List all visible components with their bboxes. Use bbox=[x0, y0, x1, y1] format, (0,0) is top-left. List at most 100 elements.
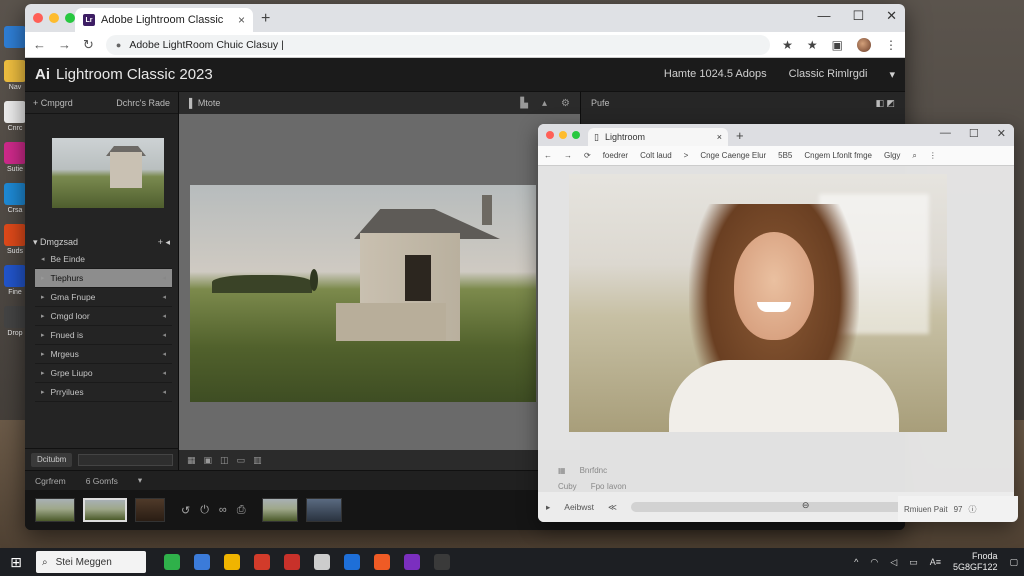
tray-chevron-icon[interactable]: ^ bbox=[854, 557, 858, 567]
expand-chevron-icon[interactable]: ▸ bbox=[41, 388, 45, 396]
taskbar-app-icon[interactable] bbox=[374, 554, 390, 570]
expand-chevron-icon[interactable]: ▸ bbox=[41, 331, 45, 339]
compare-view-icon[interactable]: ◫ bbox=[220, 455, 229, 466]
slider-knob[interactable]: ⊖ bbox=[802, 500, 812, 514]
filmstrip-thumb[interactable] bbox=[35, 498, 75, 522]
tray-volume-icon[interactable]: ◁ bbox=[890, 557, 897, 568]
extension-icon[interactable]: ▣ bbox=[832, 38, 843, 52]
bookmark-star-icon[interactable]: ★ bbox=[782, 38, 793, 52]
secondary-toolbar-item[interactable]: Cnge Caenge Elur bbox=[700, 151, 766, 160]
status-right[interactable]: ▾ bbox=[138, 475, 142, 486]
minimize-dot[interactable] bbox=[559, 131, 567, 139]
collection-filter[interactable]: ◂ Be Einde bbox=[35, 250, 172, 269]
expand-chevron-icon[interactable]: ▸ bbox=[41, 274, 45, 282]
collection-item[interactable]: ▸ Mrgeus ◂ bbox=[35, 345, 172, 364]
crop-tool-icon[interactable]: ▙ bbox=[520, 98, 528, 109]
forward-icon[interactable]: → bbox=[58, 37, 71, 52]
secondary-toolbar-item[interactable]: Colt laud bbox=[640, 151, 672, 160]
collection-item[interactable]: ▸ Prryilues ◂ bbox=[35, 383, 172, 402]
taskbar-app-icon[interactable] bbox=[284, 554, 300, 570]
heal-tool-icon[interactable]: ▴ bbox=[542, 98, 547, 109]
taskbar-app-icon[interactable] bbox=[344, 554, 360, 570]
tray-network-icon[interactable]: ◠ bbox=[870, 557, 878, 568]
close-dot[interactable] bbox=[546, 131, 554, 139]
power-icon[interactable]: ⏻ bbox=[200, 504, 209, 517]
side-strip-info-icon[interactable]: ⓘ bbox=[968, 504, 976, 515]
filmstrip-thumb[interactable] bbox=[305, 498, 342, 522]
collection-item[interactable]: ▸ Grpe Liupo ◂ bbox=[35, 364, 172, 383]
collection-item[interactable]: ▸ Cmgd loor ◂ bbox=[35, 307, 172, 326]
filmstrip-thumb[interactable] bbox=[135, 498, 165, 522]
reload-icon[interactable]: ↻ bbox=[83, 37, 94, 53]
secondary-row[interactable]: ▦ Bnrfdnc bbox=[538, 462, 1014, 478]
navigator-zoom[interactable]: Dchrc's Rade bbox=[116, 98, 170, 108]
secondary-tab-close-icon[interactable]: × bbox=[717, 132, 722, 142]
url-field[interactable]: ● Adobe LightRoom Chuic Clasuy | bbox=[105, 34, 771, 55]
taskbar-app-icon[interactable] bbox=[224, 554, 240, 570]
new-tab-icon[interactable]: + bbox=[261, 10, 270, 28]
desktop-shortcut[interactable]: Sutie bbox=[4, 142, 26, 173]
window-close-icon[interactable]: ✕ bbox=[997, 127, 1006, 140]
desktop-shortcut[interactable] bbox=[4, 26, 26, 50]
navigator-preview[interactable] bbox=[52, 138, 164, 208]
secondary-toolbar-item[interactable]: ⟳ bbox=[584, 151, 591, 160]
taskbar-app-icon[interactable] bbox=[314, 554, 330, 570]
site-info-icon[interactable]: ● bbox=[116, 40, 121, 50]
status-mid[interactable]: 6 Gomfs bbox=[86, 476, 118, 486]
footer-back-icon[interactable]: ≪ bbox=[608, 502, 617, 513]
header-dropdown-icon[interactable]: ▾ bbox=[889, 68, 895, 81]
loupe-view-icon[interactable]: ▣ bbox=[204, 455, 213, 466]
expand-chevron-icon[interactable]: ▸ bbox=[41, 369, 45, 377]
taskbar-clock[interactable]: Fnoda 5G8GF122 bbox=[953, 551, 998, 573]
browser-tab[interactable]: Lr Adobe Lightroom Classic × bbox=[75, 8, 253, 32]
export-icon[interactable]: ⎙ bbox=[237, 504, 246, 517]
window-maximize-icon[interactable]: ☐ bbox=[852, 8, 864, 24]
window-close-icon[interactable]: ✕ bbox=[886, 8, 897, 24]
profile-avatar[interactable] bbox=[857, 37, 871, 52]
tray-battery-icon[interactable]: ▭ bbox=[909, 557, 918, 568]
taskbar-app-icon[interactable] bbox=[404, 554, 420, 570]
secondary-toolbar-item[interactable]: → bbox=[564, 151, 572, 160]
taskbar-app-icon[interactable] bbox=[434, 554, 450, 570]
desktop-shortcut[interactable]: Nav bbox=[4, 60, 26, 91]
minimize-dot[interactable] bbox=[49, 13, 59, 23]
secondary-tab[interactable]: ▯ Lightroom × bbox=[588, 128, 728, 146]
portrait-photo[interactable] bbox=[569, 174, 947, 432]
import-button[interactable]: Dcitubm bbox=[31, 452, 73, 467]
main-photo-house[interactable] bbox=[190, 185, 536, 402]
footer-play-icon[interactable]: ▸ bbox=[546, 502, 550, 513]
rotate-icon[interactable]: ↺ bbox=[181, 504, 190, 517]
windows-start-icon[interactable]: ⊞ bbox=[6, 554, 26, 571]
expand-chevron-icon[interactable]: ▸ bbox=[41, 350, 45, 358]
mask-tool-icon[interactable]: ⚙ bbox=[561, 98, 570, 109]
taskbar-search[interactable]: ⌕ Stei Meggen bbox=[36, 551, 146, 573]
secondary-toolbar-item[interactable]: ← bbox=[544, 151, 552, 160]
zoom-dot[interactable] bbox=[572, 131, 580, 139]
secondary-toolbar-item[interactable]: ⋮ bbox=[929, 151, 937, 160]
menu-kebab-icon[interactable]: ⋮ bbox=[885, 38, 897, 52]
expand-chevron-icon[interactable]: ▸ bbox=[41, 312, 45, 320]
link-icon[interactable]: ∞ bbox=[219, 504, 227, 517]
tab-close-icon[interactable]: × bbox=[238, 13, 245, 27]
grid-view-icon[interactable]: ▦ bbox=[187, 455, 196, 466]
collection-item[interactable]: ▸ Tiephurs ◂ bbox=[35, 269, 172, 288]
notification-icon[interactable]: ▢ bbox=[1009, 557, 1018, 568]
right-panel-icons[interactable]: ◧ ◩ bbox=[875, 98, 895, 109]
desktop-shortcut[interactable]: Fine bbox=[4, 265, 26, 296]
header-module-picker[interactable]: Classic Rimlrgdi bbox=[789, 68, 868, 81]
desktop-shortcut[interactable]: Drop bbox=[4, 306, 26, 337]
status-left[interactable]: Cgrfrem bbox=[35, 476, 66, 486]
desktop-shortcut[interactable]: Crsa bbox=[4, 183, 26, 214]
taskbar-app-icon[interactable] bbox=[194, 554, 210, 570]
new-tab-icon[interactable]: + bbox=[736, 128, 744, 143]
trash-icon[interactable]: ▥ bbox=[253, 455, 262, 466]
add-collection-button[interactable]: + ◂ bbox=[158, 237, 170, 248]
taskbar-app-icon[interactable] bbox=[164, 554, 180, 570]
secondary-toolbar-item[interactable]: foedrer bbox=[603, 151, 628, 160]
desktop-shortcut[interactable]: Suds bbox=[4, 224, 26, 255]
filmstrip-thumb-selected[interactable] bbox=[83, 498, 127, 522]
close-dot[interactable] bbox=[33, 13, 43, 23]
expand-chevron-icon[interactable]: ▸ bbox=[41, 293, 45, 301]
zoom-dot[interactable] bbox=[65, 13, 75, 23]
favorites-star-icon[interactable]: ★ bbox=[807, 38, 818, 52]
